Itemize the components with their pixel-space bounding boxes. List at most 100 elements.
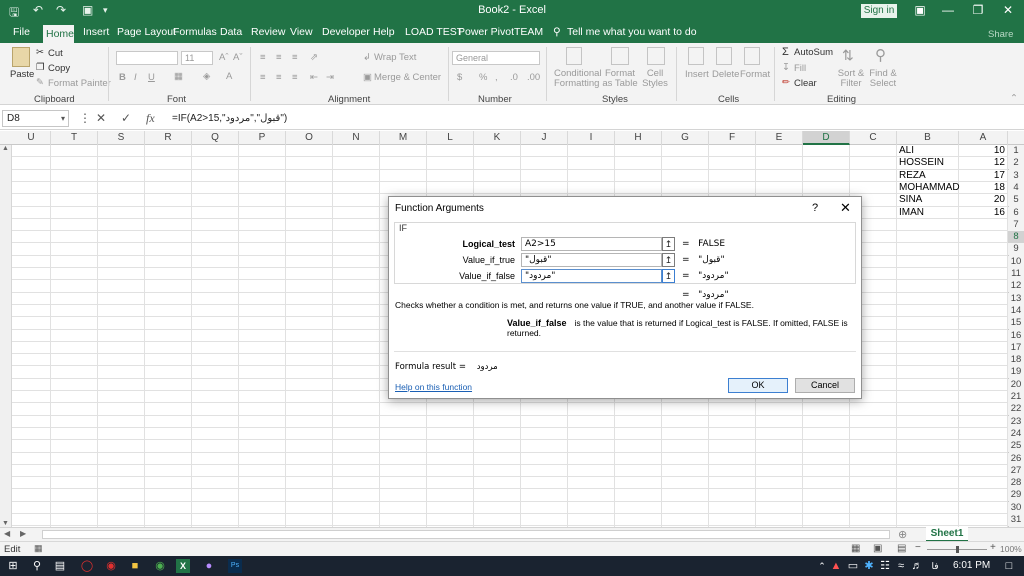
fill-icon[interactable]: ↧ <box>782 62 790 73</box>
file-explorer-icon[interactable]: ■ <box>128 559 142 573</box>
column-header-j[interactable]: J <box>521 131 568 145</box>
name-box[interactable]: D8 <box>2 110 69 127</box>
ribbon-display-icon[interactable]: ▣ <box>910 3 930 17</box>
collapse-dialog-icon[interactable]: ↥ <box>662 253 675 267</box>
wrap-text-icon[interactable]: ↲ <box>363 52 371 63</box>
row-header-22[interactable]: 22 <box>1008 403 1024 416</box>
column-header-d[interactable]: D <box>803 131 850 145</box>
arg-input-value-if-true[interactable]: "قبول" <box>521 253 662 267</box>
row-header-4[interactable]: 4 <box>1008 181 1024 194</box>
dialog-help-button[interactable]: ? <box>812 202 818 214</box>
app-icon[interactable]: ● <box>202 559 216 573</box>
photoshop-icon[interactable]: Ps <box>228 559 242 573</box>
column-header-c[interactable]: C <box>850 131 897 145</box>
tray-expand-icon[interactable]: ⌃ <box>815 559 829 573</box>
wifi-icon[interactable]: ≈ <box>894 559 908 573</box>
bold-button[interactable]: B <box>119 72 126 83</box>
column-header-h[interactable]: H <box>615 131 662 145</box>
column-header-k[interactable]: K <box>474 131 521 145</box>
cell-styles-icon[interactable] <box>647 47 665 65</box>
cell-a3[interactable]: 17 <box>959 170 1005 181</box>
name-box-dropdown-icon[interactable]: ▾ <box>61 114 65 123</box>
help-on-function-link[interactable]: Help on this function <box>395 382 472 392</box>
column-header-s[interactable]: S <box>98 131 145 145</box>
format-cells-button[interactable]: Format <box>740 69 770 80</box>
cut-icon[interactable]: ✂ <box>36 47 44 58</box>
row-header-1[interactable]: 1 <box>1008 145 1024 157</box>
shrink-font-icon[interactable]: Aˇ <box>233 52 243 63</box>
row-header-27[interactable]: 27 <box>1008 464 1024 477</box>
find-select-button[interactable]: Find & Select <box>866 69 900 89</box>
row-header-31[interactable]: 31 <box>1008 514 1024 526</box>
row-header-8[interactable]: 8 <box>1008 231 1024 244</box>
row-header-3[interactable]: 3 <box>1008 169 1024 182</box>
close-window-icon[interactable]: ✕ <box>998 3 1018 17</box>
row-header-18[interactable]: 18 <box>1008 354 1024 367</box>
tab-load-test[interactable]: LOAD TEST <box>405 26 463 38</box>
format-cells-icon[interactable] <box>744 47 760 65</box>
task-view-icon[interactable]: ▤ <box>53 559 67 573</box>
restore-icon[interactable]: ❐ <box>968 3 988 17</box>
battery-icon[interactable]: ▭ <box>846 559 860 573</box>
network-icon[interactable]: ☷ <box>878 559 892 573</box>
tell-me-box[interactable]: Tell me what you want to do <box>567 26 697 38</box>
row-header-2[interactable]: 2 <box>1008 157 1024 170</box>
arg-input-logical-test[interactable]: A2>15 <box>521 237 662 251</box>
arg-input-value-if-false[interactable]: "مردود" <box>521 269 662 283</box>
tab-developer[interactable]: Developer <box>322 26 370 38</box>
align-bottom-icon[interactable]: ≡ <box>292 52 298 63</box>
tab-data[interactable]: Data <box>220 26 242 38</box>
column-header-b[interactable]: B <box>897 131 959 145</box>
row-header-11[interactable]: 11 <box>1008 268 1024 280</box>
comma-icon[interactable]: , <box>495 72 498 83</box>
horizontal-scrollbar[interactable] <box>42 530 890 539</box>
merge-center-button[interactable]: Merge & Center <box>374 72 441 83</box>
orientation-icon[interactable]: ⇗ <box>310 52 318 63</box>
row-header-13[interactable]: 13 <box>1008 292 1024 305</box>
new-sheet-icon[interactable]: ⊕ <box>898 528 907 541</box>
scroll-up-icon[interactable]: ▲ <box>2 145 9 152</box>
collapse-ribbon-icon[interactable]: ⌃ <box>1010 93 1018 104</box>
row-header-12[interactable]: 12 <box>1008 280 1024 293</box>
row-header-29[interactable]: 29 <box>1008 489 1024 502</box>
cell-a1[interactable]: 10 <box>959 145 1005 156</box>
row-header-9[interactable]: 9 <box>1008 243 1024 256</box>
align-left-icon[interactable]: ≡ <box>260 72 266 83</box>
align-center-icon[interactable]: ≡ <box>276 72 282 83</box>
sheet-tab-sheet1[interactable]: Sheet1 <box>926 527 968 542</box>
chrome-icon[interactable]: ◉ <box>153 559 167 573</box>
formula-input[interactable]: =IF(A2>15,"قبول","مردود") <box>172 113 287 124</box>
delete-cells-icon[interactable] <box>716 47 732 65</box>
column-header-e[interactable]: E <box>756 131 803 145</box>
warning-icon[interactable]: ▲ <box>829 559 843 573</box>
column-header-l[interactable]: L <box>427 131 474 145</box>
minimize-icon[interactable]: — <box>938 3 958 17</box>
row-header-10[interactable]: 10 <box>1008 255 1024 268</box>
row-header-20[interactable]: 20 <box>1008 378 1024 391</box>
zoom-slider-thumb[interactable] <box>956 546 959 553</box>
column-header-u[interactable]: U <box>12 131 51 145</box>
copy-icon[interactable]: ❐ <box>36 62 45 73</box>
collapse-dialog-icon[interactable]: ↥ <box>662 269 675 283</box>
tab-power-pivot[interactable]: Power Pivot <box>458 26 514 38</box>
cut-button[interactable]: Cut <box>48 48 63 59</box>
language-indicator[interactable]: فا <box>928 559 942 573</box>
clear-icon[interactable]: ✏ <box>782 77 790 88</box>
decrease-decimal-icon[interactable]: .00 <box>527 72 540 83</box>
collapse-dialog-icon[interactable]: ↥ <box>662 237 675 251</box>
confirm-entry-icon[interactable]: ✓ <box>121 111 131 125</box>
row-header-5[interactable]: 5 <box>1008 194 1024 207</box>
row-header-6[interactable]: 6 <box>1008 206 1024 219</box>
cell-b2[interactable]: HOSSEIN <box>899 157 944 168</box>
align-top-icon[interactable]: ≡ <box>260 52 266 63</box>
sign-in-button[interactable]: Sign in <box>861 4 897 18</box>
cell-b1[interactable]: ALI <box>899 145 914 156</box>
share-button[interactable]: Share <box>988 29 1013 40</box>
fill-color-icon[interactable]: ◈ <box>203 71 210 82</box>
clock[interactable]: 6:01 PM <box>953 560 990 571</box>
column-header-a[interactable]: A <box>959 131 1008 145</box>
sort-filter-button[interactable]: Sort & Filter <box>836 69 866 89</box>
delete-cells-button[interactable]: Delete <box>712 69 739 80</box>
notifications-icon[interactable]: □ <box>1002 559 1016 573</box>
autosum-icon[interactable]: Σ <box>782 46 789 58</box>
